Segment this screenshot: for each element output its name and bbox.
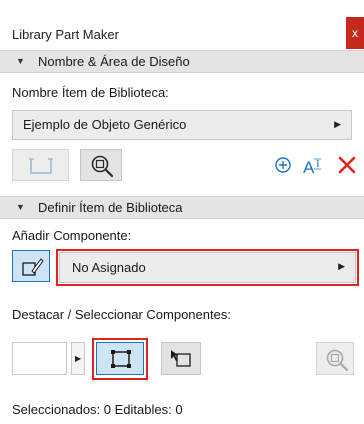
zoom-fit-button[interactable] [80, 149, 122, 181]
svg-text:I: I [316, 158, 320, 170]
select-arrow-button[interactable] [161, 342, 201, 375]
highlight-label: Destacar / Seleccionar Componentes: [12, 307, 231, 322]
section-title-design: Nombre & Área de Diseño [38, 54, 190, 69]
name-field-dropdown[interactable]: Ejemplo de Objeto Genérico ▶ [12, 110, 352, 140]
collapse-triangle-icon: ▼ [16, 202, 25, 212]
zoom-button[interactable] [316, 342, 354, 375]
color-swatch[interactable] [12, 342, 67, 375]
zoom-fit-icon [90, 154, 114, 178]
zoom-icon [325, 348, 349, 372]
frame-button[interactable] [12, 149, 69, 181]
frame-icon [28, 156, 54, 176]
window-title: Library Part Maker [12, 27, 119, 42]
select-arrow-icon [170, 349, 194, 371]
status-text: Seleccionados: 0 Editables: 0 [12, 402, 183, 417]
svg-text:A: A [303, 158, 315, 177]
add-component-button[interactable] [12, 250, 50, 282]
collapse-triangle-icon: ▼ [16, 56, 25, 66]
section-header-define[interactable]: ▼ Definir Ítem de Biblioteca [0, 196, 364, 219]
component-dropdown[interactable]: No Asignado ▶ [59, 252, 356, 283]
section-title-define: Definir Ítem de Biblioteca [38, 200, 183, 215]
swatch-menu-button[interactable]: ▶ [71, 342, 85, 375]
name-field-label: Nombre Ítem de Biblioteca: [12, 85, 169, 100]
chevron-right-icon: ▶ [338, 261, 345, 271]
select-box-icon [110, 349, 132, 369]
title-bar: Library Part Maker [0, 0, 364, 49]
text-size-icon[interactable]: A I [303, 155, 329, 177]
chevron-right-icon: ▶ [334, 119, 341, 129]
component-value: No Asignado [72, 260, 146, 275]
select-box-button[interactable] [96, 342, 144, 375]
add-component-icon [21, 256, 45, 278]
close-button[interactable]: x [346, 17, 364, 49]
add-circle-icon[interactable] [273, 155, 293, 175]
component-label: Añadir Componente: [12, 228, 132, 243]
chevron-right-icon: ▶ [75, 354, 82, 363]
name-field-value: Ejemplo de Objeto Genérico [23, 117, 187, 132]
delete-icon[interactable] [337, 155, 357, 175]
section-header-design[interactable]: ▼ Nombre & Área de Diseño [0, 50, 364, 73]
